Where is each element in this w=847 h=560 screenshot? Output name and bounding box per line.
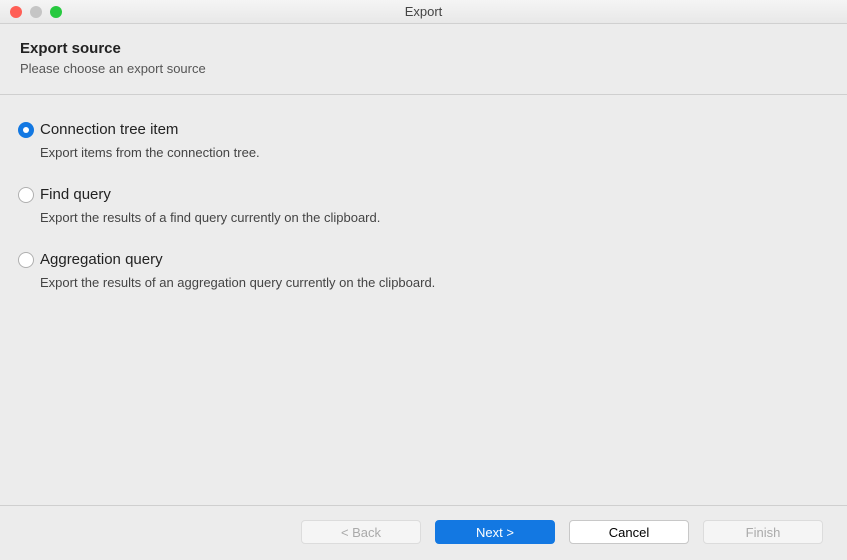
window-title: Export	[0, 4, 847, 19]
radio-aggregation-query[interactable]	[18, 252, 34, 268]
radio-connection-tree[interactable]	[18, 122, 34, 138]
zoom-icon[interactable]	[50, 6, 62, 18]
back-button: < Back	[301, 520, 421, 544]
option-label[interactable]: Find query	[40, 186, 380, 204]
page-title: Export source	[20, 40, 827, 57]
titlebar: Export	[0, 0, 847, 24]
option-connection-tree: Connection tree item Export items from t…	[18, 121, 829, 160]
radio-find-query[interactable]	[18, 187, 34, 203]
option-description: Export items from the connection tree.	[40, 145, 260, 160]
option-description: Export the results of an aggregation que…	[40, 275, 435, 290]
minimize-icon	[30, 6, 42, 18]
option-description: Export the results of a find query curre…	[40, 210, 380, 225]
option-label[interactable]: Aggregation query	[40, 251, 435, 269]
next-button[interactable]: Next >	[435, 520, 555, 544]
window-controls	[10, 6, 62, 18]
page-subtitle: Please choose an export source	[20, 61, 827, 76]
option-find-query: Find query Export the results of a find …	[18, 186, 829, 225]
wizard-footer: < Back Next > Cancel Finish	[0, 506, 847, 560]
close-icon[interactable]	[10, 6, 22, 18]
wizard-content: Connection tree item Export items from t…	[0, 95, 847, 506]
wizard-header: Export source Please choose an export so…	[0, 24, 847, 95]
cancel-button[interactable]: Cancel	[569, 520, 689, 544]
option-label[interactable]: Connection tree item	[40, 121, 260, 139]
finish-button: Finish	[703, 520, 823, 544]
option-aggregation-query: Aggregation query Export the results of …	[18, 251, 829, 290]
